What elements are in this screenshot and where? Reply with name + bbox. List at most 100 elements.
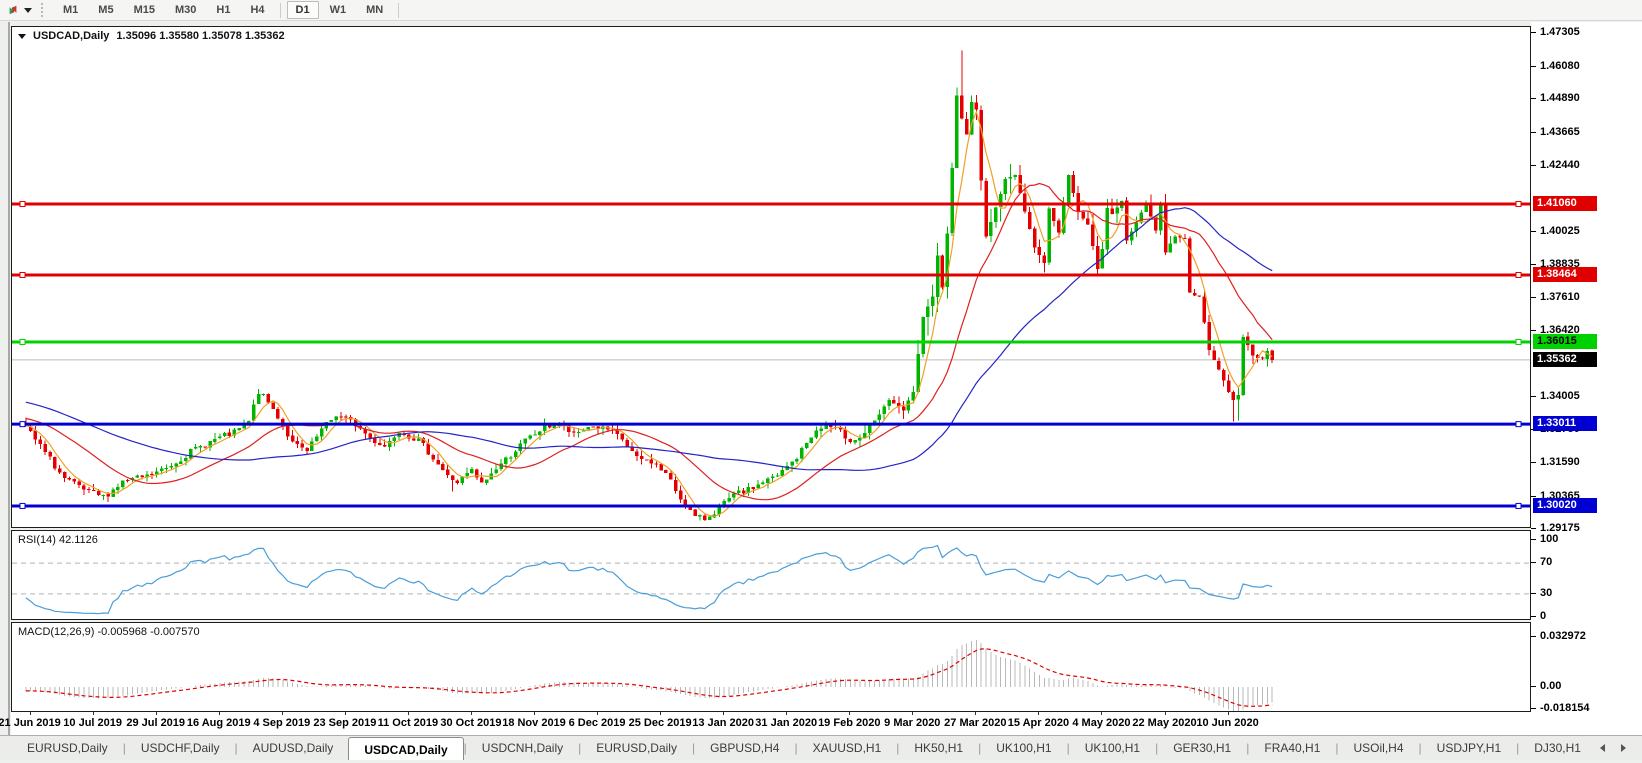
candle-body [800, 447, 804, 459]
price-axis[interactable]: 1.47305 1.46080 1.44890 1.43665 1.42440 1.400… [1531, 22, 1642, 735]
one-click-trading-toggle-icon[interactable] [18, 33, 26, 39]
candle-body [441, 464, 445, 471]
rsi-panel[interactable]: RSI(14) 42.1126 [11, 530, 1531, 620]
hline-handle[interactable] [1515, 502, 1522, 509]
date-tick-mark [281, 712, 283, 715]
hline-handle[interactable] [1515, 272, 1522, 279]
date-axis-label: 27 Mar 2020 [944, 717, 1007, 729]
candle-body [770, 476, 775, 479]
candle-body [227, 432, 232, 436]
candle-body [378, 442, 382, 446]
chart-symbol-title: USDCAD,Daily [33, 30, 110, 42]
macd-tick-mark [1531, 686, 1536, 687]
candle-body [62, 472, 67, 479]
hline-handle[interactable] [19, 502, 26, 509]
hline-handle[interactable] [1515, 338, 1522, 345]
candle-body [164, 467, 169, 469]
date-tick-mark [786, 712, 788, 715]
candle-body [1105, 208, 1110, 250]
timeframe-button-m15[interactable]: M15 [125, 1, 164, 19]
candle-body [1124, 200, 1129, 241]
moving-average-50[interactable] [25, 207, 1273, 471]
candle-body [57, 468, 62, 473]
candle-body [1008, 177, 1013, 179]
price-tick-mark [1531, 329, 1536, 331]
candle-body [994, 207, 998, 223]
candle-body [1168, 243, 1173, 253]
tab-gbpusd-h4[interactable]: GBPUSD,H4 [695, 736, 794, 760]
tab-dj30-h1[interactable]: DJ30,H1 [1519, 736, 1596, 760]
hline-handle[interactable] [19, 272, 26, 279]
timeframe-button-w1[interactable]: W1 [321, 1, 356, 19]
hline-handle[interactable] [19, 201, 26, 207]
tab-eurusd-daily[interactable]: EURUSD,Daily [581, 736, 692, 760]
candle-body [751, 487, 755, 489]
price-flag-1.38464: 1.38464 [1533, 267, 1597, 282]
tab-hk50-h1[interactable]: HK50,H1 [899, 736, 978, 760]
candle-body [664, 470, 668, 473]
tab-usdchf-daily[interactable]: USDCHF,Daily [126, 736, 235, 760]
main-chart-canvas[interactable] [12, 27, 1530, 527]
tab-audusd-daily[interactable]: AUDUSD,Daily [238, 736, 349, 760]
tab-usdjpy-h1[interactable]: USDJPY,H1 [1422, 736, 1516, 760]
chart-arrows-dropdown-icon[interactable] [24, 7, 32, 13]
rsi-tick-label: 70 [1540, 556, 1553, 569]
tab-fra40-h1[interactable]: FRA40,H1 [1249, 736, 1335, 760]
chart-arrows-icon[interactable] [4, 2, 22, 18]
tab-usoil-h4[interactable]: USOil,H4 [1339, 736, 1419, 760]
candle-body [693, 509, 697, 516]
tab-eurusd-daily[interactable]: EURUSD,Daily [12, 736, 123, 760]
timeframe-button-d1[interactable]: D1 [286, 1, 319, 19]
tab-scroll-controls [1600, 736, 1642, 760]
candle-body [431, 455, 435, 460]
hline-handle[interactable] [19, 338, 26, 345]
candle-body [1197, 295, 1202, 297]
candle-body [1091, 224, 1095, 247]
timeframe-button-h1[interactable]: H1 [207, 1, 239, 19]
macd-panel[interactable]: MACD(12,26,9) -0.005968 -0.007570 [11, 622, 1531, 712]
timeframe-button-m1[interactable]: M1 [54, 1, 87, 19]
date-axis-label: 23 Sep 2019 [313, 717, 377, 729]
tab-uk100-h1[interactable]: UK100,H1 [981, 736, 1066, 760]
timeframe-button-h4[interactable]: H4 [241, 1, 273, 19]
tab-scroll-left-icon[interactable] [1600, 744, 1605, 752]
price-tick-mark [1531, 297, 1536, 299]
macd-tick-mark [1531, 708, 1536, 709]
main-chart-panel[interactable]: USDCAD,Daily 1.35096 1.35580 1.35078 1.3… [11, 26, 1531, 528]
rsi-canvas[interactable] [12, 531, 1530, 619]
candle-body [169, 466, 173, 468]
macd-canvas[interactable] [12, 623, 1530, 711]
candle-body [140, 475, 144, 478]
candle-body [523, 438, 528, 444]
tab-usdcnh-daily[interactable]: USDCNH,Daily [467, 736, 578, 760]
price-tick-mark [1531, 98, 1536, 100]
candle-body [1241, 336, 1245, 396]
timeframe-button-mn[interactable]: MN [357, 1, 392, 19]
tab-ger30-h1[interactable]: GER30,H1 [1158, 736, 1246, 760]
tab-xauusd-h1[interactable]: XAUUSD,H1 [798, 736, 897, 760]
candle-body [649, 459, 654, 464]
candle-body [761, 482, 765, 485]
toolbar-grip[interactable] [41, 3, 45, 17]
candle-body [1066, 175, 1071, 206]
tab-scroll-right-icon[interactable] [1621, 744, 1626, 752]
moving-average-5[interactable] [25, 110, 1273, 518]
candle-body [673, 479, 678, 491]
timeframe-button-m5[interactable]: M5 [89, 1, 122, 19]
tab-uk100-h1[interactable]: UK100,H1 [1070, 736, 1155, 760]
candle-body [572, 431, 576, 433]
hline-handle[interactable] [19, 421, 26, 428]
candle-body [184, 458, 188, 462]
date-tick-mark [660, 712, 662, 715]
toolbar-separator [398, 2, 400, 18]
rsi-line [25, 544, 1273, 615]
candle-body [984, 181, 988, 237]
candle-body [203, 446, 207, 448]
hline-handle[interactable] [1515, 201, 1522, 207]
tab-usdcad-daily[interactable]: USDCAD,Daily [348, 737, 464, 760]
hline-handle[interactable] [1515, 421, 1522, 428]
timeframe-button-m30[interactable]: M30 [166, 1, 205, 19]
candle-body [528, 435, 532, 439]
candle-body [1003, 178, 1008, 194]
candle-body [504, 457, 508, 465]
